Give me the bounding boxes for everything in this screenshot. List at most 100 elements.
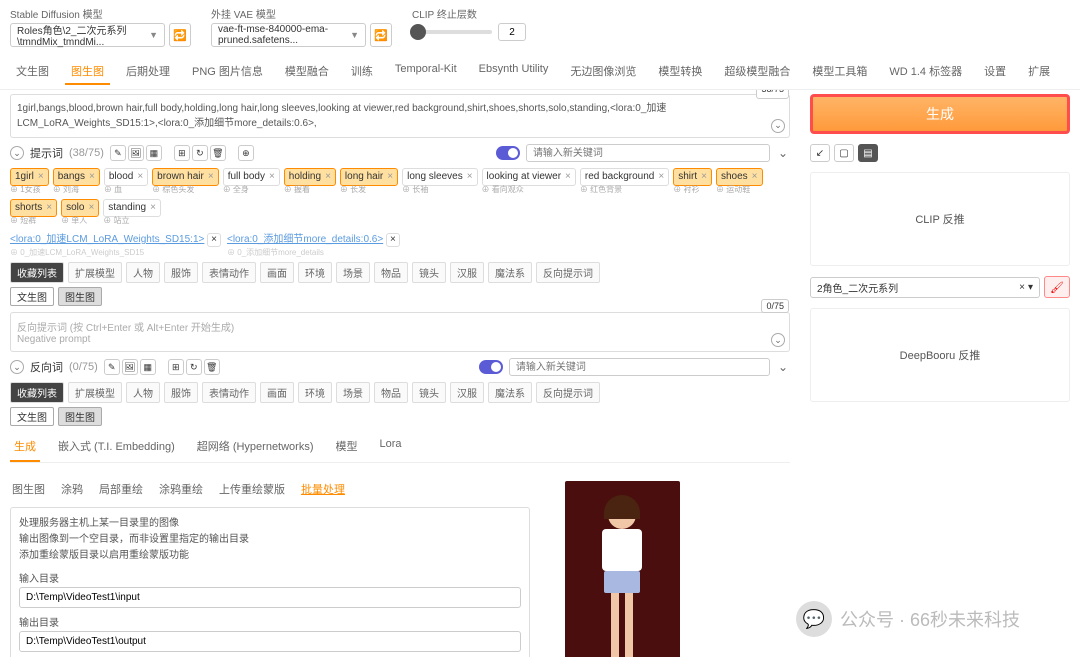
tag-remove-icon[interactable]: × [701,171,707,183]
main-tab-0[interactable]: 文生图 [10,59,55,85]
keyword-input[interactable] [526,144,770,162]
category-tab-0[interactable]: 收藏列表 [10,382,64,403]
main-tab-12[interactable]: WD 1.4 标签器 [883,59,968,85]
tool-btn-1[interactable]: ⊞ [174,145,190,161]
interrogate-btn[interactable]: ↙ [810,144,830,162]
skip-btn[interactable]: ▢ [834,144,854,162]
category-tab-11[interactable]: 魔法系 [488,262,532,283]
main-tab-5[interactable]: 训练 [345,59,379,85]
tag-remove-icon[interactable]: × [658,171,664,183]
category-tab-3[interactable]: 服饰 [164,262,198,283]
sub-tab-1[interactable]: 涂鸦 [59,477,85,501]
category-tab-1[interactable]: 扩展模型 [68,382,122,403]
category-tab-6[interactable]: 环境 [298,262,332,283]
main-tab-6[interactable]: Temporal-Kit [389,59,463,85]
category-tab-9[interactable]: 镜头 [412,382,446,403]
grid-btn[interactable]: ▦ [140,359,156,375]
category-tab-2[interactable]: 人物 [126,262,160,283]
collapse-icon[interactable]: ⌄ [771,119,785,133]
edit-btn[interactable]: ✎ [104,359,120,375]
tag-remove-icon[interactable]: × [467,171,473,183]
positive-prompt-box[interactable]: 38/75 1girl,bangs,blood,brown hair,full … [10,94,790,138]
main-tab-2[interactable]: 后期处理 [120,59,176,85]
tag-remove-icon[interactable]: × [46,202,52,214]
clip-skip-value[interactable] [498,23,526,41]
gen-tab-1[interactable]: 嵌入式 (T.I. Embedding) [54,432,179,462]
sub-tab-2[interactable]: 局部重绘 [97,477,145,501]
main-tab-13[interactable]: 设置 [978,59,1012,85]
category-tab-2[interactable]: 人物 [126,382,160,403]
category-tab-1[interactable]: 扩展模型 [68,262,122,283]
category-tab-7[interactable]: 场景 [336,262,370,283]
main-tab-3[interactable]: PNG 图片信息 [186,59,269,85]
main-tab-10[interactable]: 超级模型融合 [718,59,796,85]
chevron-down-icon[interactable]: ⌄ [10,360,24,374]
vae-dropdown[interactable]: vae-ft-mse-840000-ema-pruned.safetens...… [211,23,366,47]
style-edit-btn[interactable]: 🖌 [1044,276,1070,298]
output-dir-field[interactable] [19,631,521,652]
lora-link-1[interactable]: <lora:0_加速LCM_LoRA_Weights_SD15:1> [10,234,204,245]
stop-btn[interactable]: ▤ [858,144,878,162]
sd-model-refresh[interactable]: 🔁 [169,23,191,47]
extra-btn[interactable]: ⊕ [238,145,254,161]
tag-remove-icon[interactable]: × [387,171,393,183]
tool-btn-1[interactable]: ⊞ [168,359,184,375]
delete-btn[interactable]: 🗑 [204,359,220,375]
sub-tab-4[interactable]: 上传重绘蒙版 [217,477,287,501]
category-tab-12[interactable]: 反向提示词 [536,382,600,403]
mode-tab-img2img[interactable]: 图生图 [58,287,102,306]
category-tab-5[interactable]: 画面 [260,382,294,403]
vae-refresh[interactable]: 🔁 [370,23,392,47]
category-tab-7[interactable]: 场景 [336,382,370,403]
tool-btn-2[interactable]: ↻ [186,359,202,375]
collapse-icon[interactable]: ⌄ [776,146,790,160]
category-tab-0[interactable]: 收藏列表 [10,262,64,283]
category-tab-9[interactable]: 镜头 [412,262,446,283]
category-tab-10[interactable]: 汉服 [450,262,484,283]
category-tab-8[interactable]: 物品 [374,382,408,403]
tag-remove-icon[interactable]: × [752,171,758,183]
tag-remove-icon[interactable]: × [325,171,331,183]
main-tab-14[interactable]: 扩展 [1022,59,1056,85]
category-tab-10[interactable]: 汉服 [450,382,484,403]
clip-skip-slider[interactable] [412,30,492,34]
tag-remove-icon[interactable]: × [38,171,44,183]
delete-btn[interactable]: 🗑 [210,145,226,161]
category-tab-12[interactable]: 反向提示词 [536,262,600,283]
sub-tab-3[interactable]: 涂鸦重绘 [157,477,205,501]
generate-button[interactable]: 生成 [810,94,1070,134]
main-tab-9[interactable]: 模型转换 [652,59,708,85]
tag-remove-icon[interactable]: × [269,171,275,183]
sub-tab-0[interactable]: 图生图 [10,477,47,501]
category-tab-11[interactable]: 魔法系 [488,382,532,403]
category-tab-8[interactable]: 物品 [374,262,408,283]
mode-tab-img2img[interactable]: 图生图 [58,407,102,426]
negative-prompt-box[interactable]: 0/75 反向提示词 (按 Ctrl+Enter 或 Alt+Enter 开始生… [10,312,790,352]
neg-switch[interactable] [479,360,503,374]
category-tab-5[interactable]: 画面 [260,262,294,283]
tag-remove-icon[interactable]: × [208,171,214,183]
tag-remove-icon[interactable]: × [89,171,95,183]
preview-image[interactable] [565,481,680,657]
input-dir-field[interactable] [19,587,521,608]
chevron-down-icon[interactable]: ⌄ [10,146,24,160]
main-tab-7[interactable]: Ebsynth Utility [473,59,555,85]
collapse-icon[interactable]: ⌄ [776,360,790,374]
lora-x-2[interactable]: × [386,233,400,247]
clip-interrogate-panel[interactable]: CLIP 反推 [810,172,1070,266]
tag-remove-icon[interactable]: × [137,171,143,183]
deepbooru-panel[interactable]: DeepBooru 反推 [810,308,1070,402]
lora-link-2[interactable]: <lora:0_添加细节more_details:0.6> [227,234,383,245]
style-dropdown[interactable]: 2角色_二次元系列 × ▾ [810,277,1040,298]
lora-x-1[interactable]: × [207,233,221,247]
edit-btn[interactable]: ✎ [110,145,126,161]
main-tab-1[interactable]: 图生图 [65,59,110,85]
gen-tab-4[interactable]: Lora [376,432,406,462]
img-btn[interactable]: 🖼 [128,145,144,161]
category-tab-6[interactable]: 环境 [298,382,332,403]
sd-model-dropdown[interactable]: Roles角色\2_二次元系列\tmndMix_tmndMi... ▼ [10,23,165,47]
collapse-icon[interactable]: ⌄ [771,333,785,347]
mode-tab-txt2img[interactable]: 文生图 [10,287,54,306]
style-clear[interactable]: × [1019,282,1025,293]
category-tab-4[interactable]: 表情动作 [202,382,256,403]
